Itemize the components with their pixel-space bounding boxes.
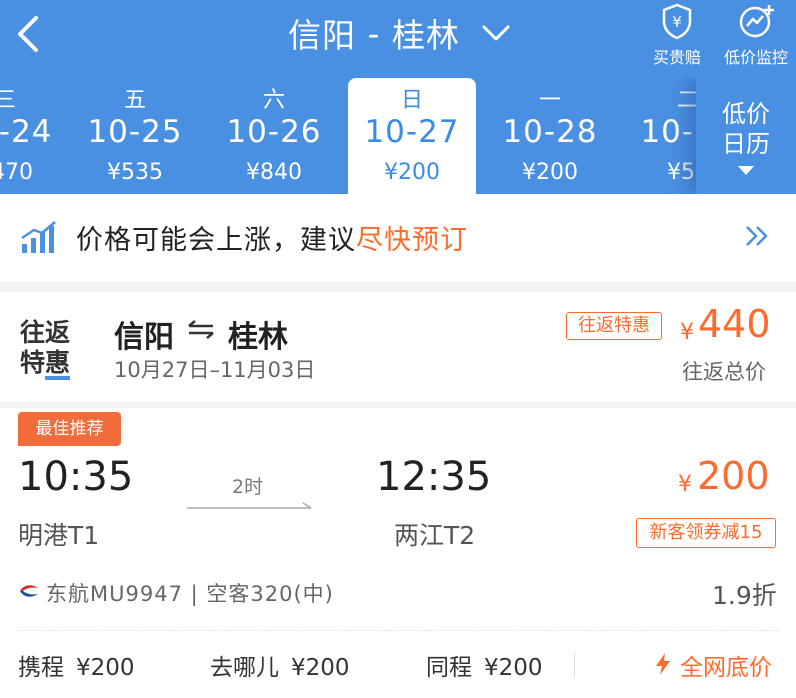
airline-info: 东航MU9947 | 空客320(中) [46, 582, 334, 606]
date-value: 10-27 [364, 114, 460, 150]
best-recommend-tag: 最佳推荐 [18, 412, 121, 446]
date-weekday: 一 [538, 88, 561, 113]
departure-airport: 明港T1 [18, 521, 100, 550]
ota-price-item[interactable]: 携程 ¥200 [18, 648, 135, 682]
date-cell[interactable]: 六 10-26 ¥840 [210, 78, 338, 194]
route-title-dropdown[interactable]: 信阳 - 桂林 [288, 8, 512, 58]
round-trip-price-label: 往返总价 [682, 360, 766, 384]
bar-chart-icon [21, 221, 56, 253]
date-weekday: 六 [262, 88, 285, 113]
date-cell[interactable]: 五 10-25 ¥535 [71, 78, 199, 194]
svg-text:¥: ¥ [672, 13, 682, 31]
new-user-coupon-tag[interactable]: 新客领券减15 [636, 518, 776, 548]
ota-name: 去哪儿 [210, 655, 279, 681]
badge-char-underlined: 惠 [45, 350, 71, 380]
low-price-monitor-label: 低价监控 [723, 48, 788, 67]
date-value: 10-24 [0, 114, 53, 150]
departure-time: 10:35 [18, 454, 134, 500]
ota-separator [574, 652, 575, 678]
china-eastern-logo-icon [20, 585, 38, 597]
price-monitor-icon [739, 5, 774, 38]
low-price-monitor-button[interactable]: 低价监控 [716, 0, 796, 78]
card-divider [18, 630, 778, 631]
date-price: ¥535 [107, 160, 163, 185]
buy-protection-label: 买贵赔 [652, 48, 701, 67]
ota-price: ¥200 [484, 655, 543, 681]
chevron-down-icon [482, 25, 510, 41]
ota-name: 同程 [426, 655, 472, 681]
price-trend-tip[interactable]: 价格可能会上涨，建议尽快预订 [0, 194, 796, 282]
date-cell[interactable]: 三 10-24 ¥470 [0, 78, 69, 194]
fare-discount: 1.9折 [712, 581, 777, 610]
date-cell[interactable]: 一 10-28 ¥200 [486, 78, 614, 194]
arrival-time: 12:35 [376, 454, 492, 500]
badge-char: 特 [20, 348, 46, 377]
round-trip-special-tag: 往返特惠 [566, 312, 662, 340]
flight-currency: ¥ [678, 472, 692, 497]
price-tip-main: 价格可能会上涨，建议 [76, 225, 356, 256]
round-trip-currency: ¥ [680, 320, 694, 345]
date-price: ¥470 [0, 160, 33, 185]
arrival-airport: 两江T2 [394, 521, 476, 550]
date-price: ¥200 [384, 160, 440, 185]
shield-yen-icon: ¥ [662, 3, 692, 40]
ota-price: ¥200 [291, 655, 350, 681]
date-value: 10-25 [87, 114, 183, 150]
badge-line1: 往返 [20, 318, 71, 347]
low-price-calendar-button[interactable]: 低价 日历 [696, 78, 796, 194]
date-selector-strip: 三 10-24 ¥470 五 10-25 ¥535 六 10-26 ¥840 日… [0, 78, 796, 194]
date-value: 10-26 [226, 114, 322, 150]
back-button[interactable] [8, 12, 48, 56]
double-chevron-right-icon [746, 226, 768, 246]
round-trip-offer-card[interactable]: 往返 特惠 信阳 桂林 10月27日–11月03日 往返特惠 ¥ 440 往返总… [0, 292, 796, 402]
round-trip-price: 440 [698, 302, 771, 346]
date-weekday: 三 [0, 88, 16, 113]
ota-price-item[interactable]: 同程 ¥200 [426, 648, 543, 682]
back-arrow-icon [18, 16, 38, 52]
route-from: 信阳 [288, 16, 356, 55]
date-price: ¥840 [246, 160, 302, 185]
round-trip-to: 桂林 [228, 320, 288, 355]
flight-duration: 2时 [232, 476, 264, 498]
ota-price-item[interactable]: 去哪儿 ¥200 [210, 648, 350, 682]
buy-protection-button[interactable]: ¥ 买贵赔 [646, 0, 708, 78]
duration-arrow-icon [187, 502, 312, 509]
date-value: 10-28 [502, 114, 598, 150]
calendar-label-line2: 日历 [722, 130, 770, 158]
lightning-bolt-icon [656, 653, 670, 675]
round-trip-badge: 往返 特惠 [20, 318, 80, 380]
swap-arrows-icon [188, 320, 214, 339]
date-price: ¥200 [522, 160, 578, 185]
date-weekday: 五 [123, 88, 146, 113]
flight-card[interactable]: 最佳推荐 10:35 2时 12:35 明港T1 两江T2 ¥ 200 新客领券… [0, 408, 796, 698]
date-cell-selected[interactable]: 日 10-27 ¥200 [348, 78, 476, 194]
triangle-down-icon [738, 166, 754, 175]
price-tip-text: 价格可能会上涨，建议尽快预订 [76, 218, 468, 257]
price-tip-highlight: 尽快预订 [356, 225, 468, 256]
route-separator: - [356, 13, 392, 53]
round-trip-date-range: 10月27日–11月03日 [114, 358, 316, 382]
ota-price: ¥200 [76, 655, 135, 681]
flight-price: 200 [697, 454, 770, 498]
lowest-price-label: 全网底价 [680, 655, 772, 681]
flight-search-page: 信阳 - 桂林 ¥ 买贵赔 低价监控 三 -24 70 五 10-25 ¥535… [0, 0, 796, 698]
ota-name: 携程 [18, 655, 64, 681]
date-weekday: 日 [400, 88, 423, 113]
header-bar: 信阳 - 桂林 ¥ 买贵赔 低价监控 [0, 0, 796, 78]
round-trip-from: 信阳 [114, 320, 174, 355]
route-to: 桂林 [391, 16, 460, 55]
badge-line2: 特惠 [20, 348, 80, 380]
